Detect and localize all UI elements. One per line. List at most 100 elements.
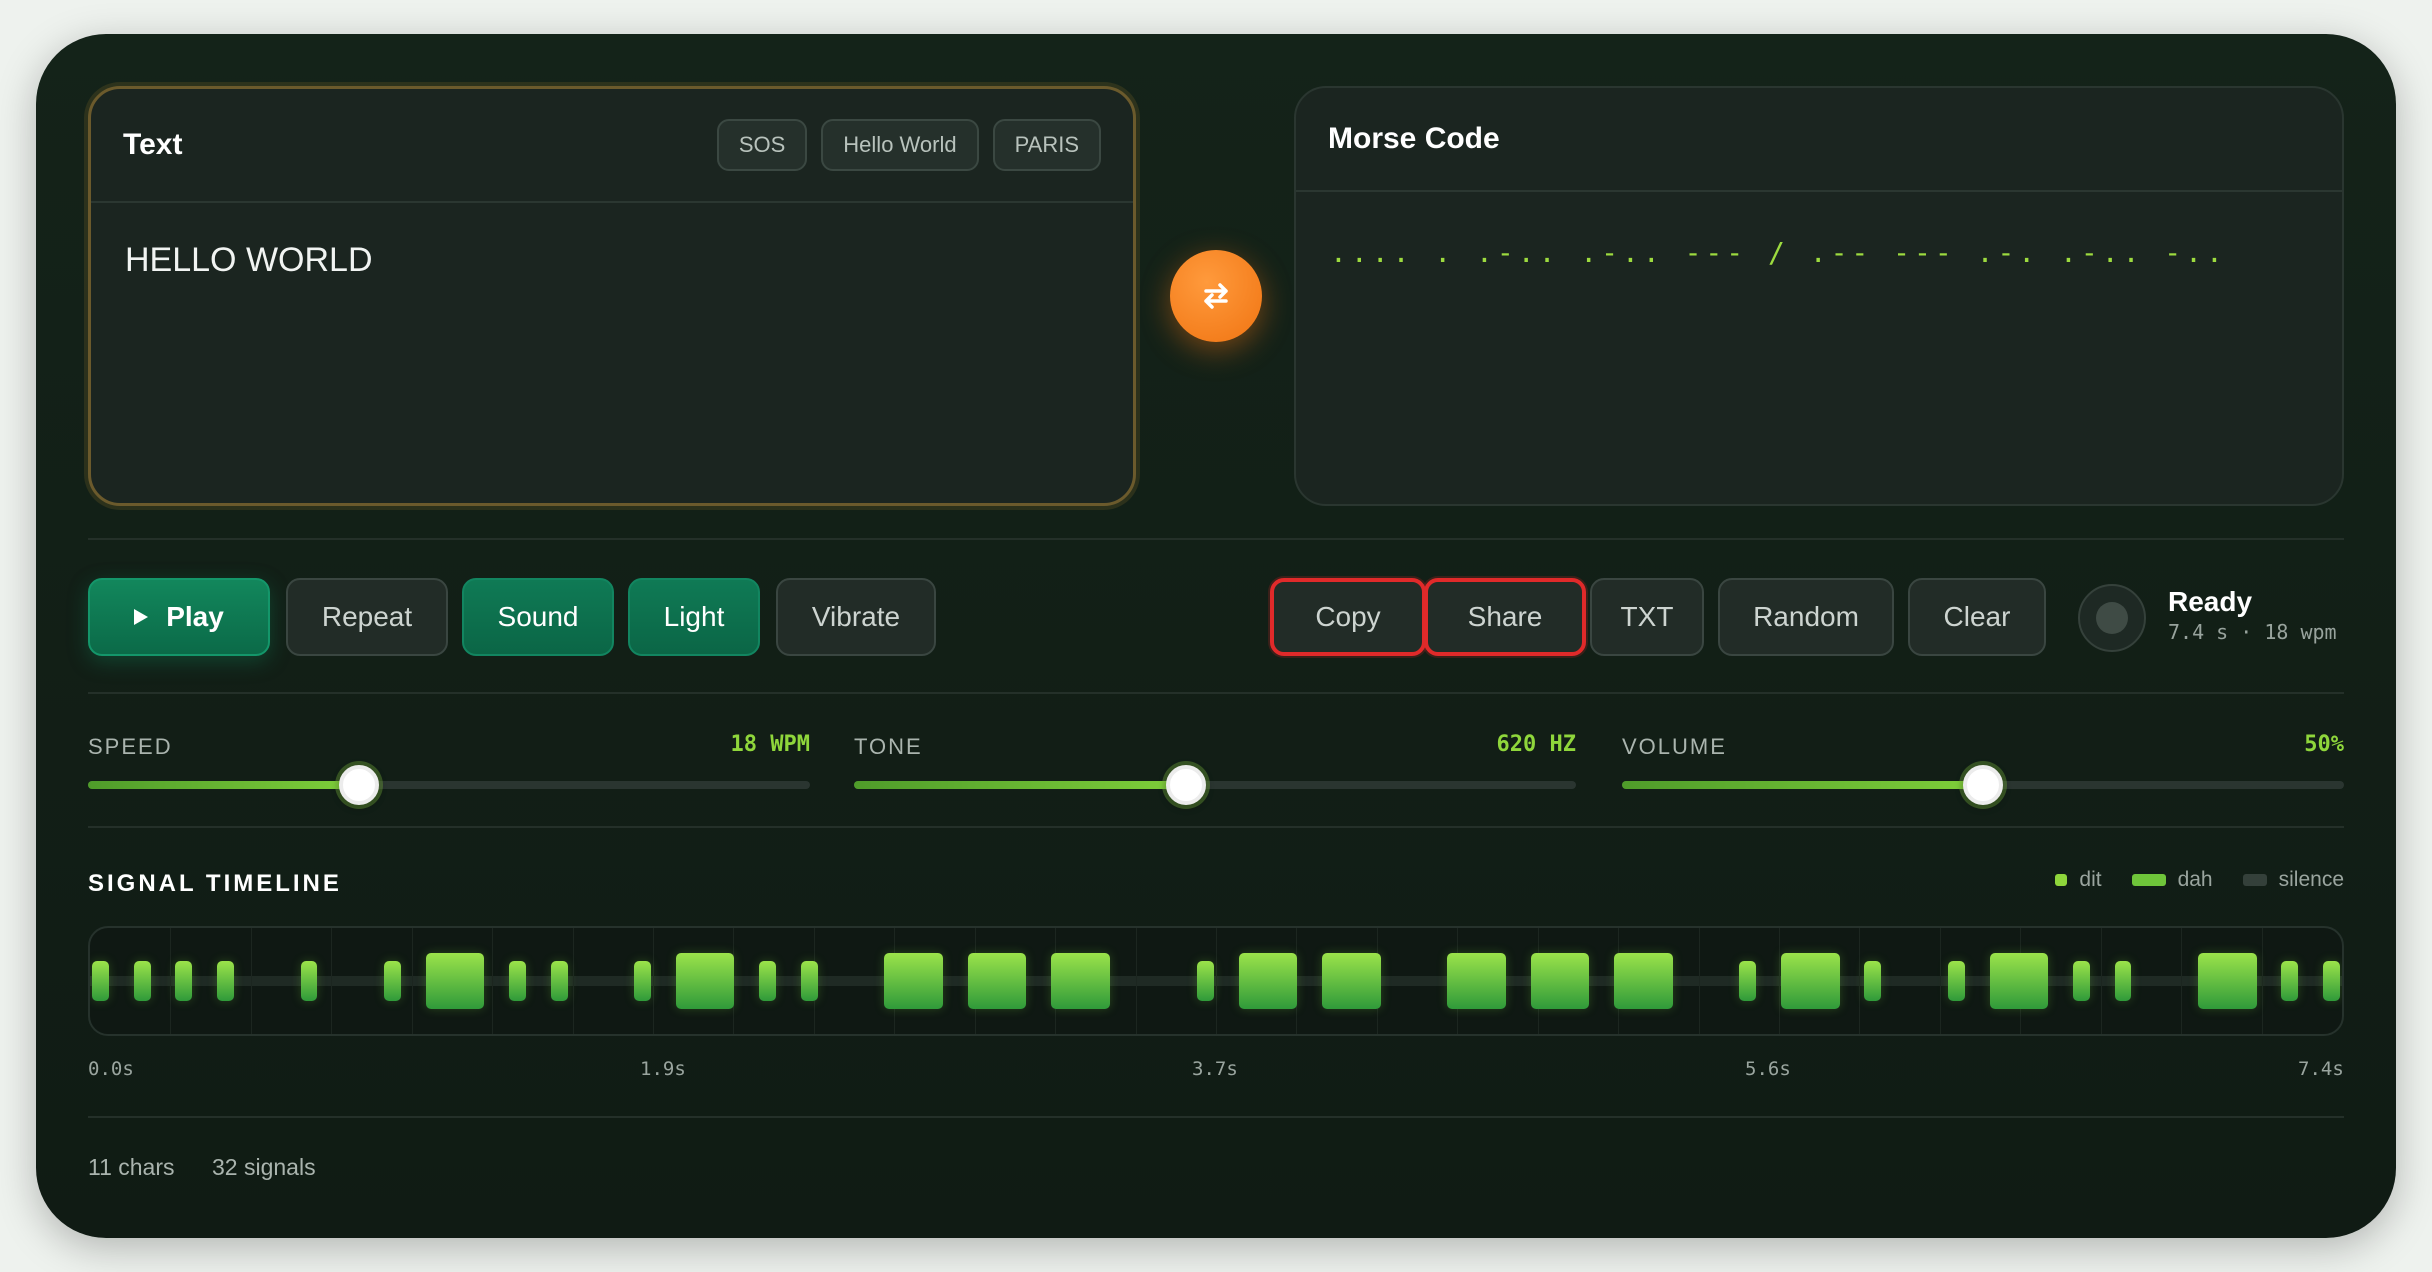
dit-signal (2323, 961, 2340, 1001)
status-title: Ready (2168, 586, 2253, 617)
play-icon (134, 609, 149, 625)
dah-signal (1989, 953, 2049, 1009)
dah-signal (1614, 953, 1673, 1009)
timeline-title: SIGNAL TIMELINE (88, 870, 342, 897)
timeline-legend: dit dah silence (2055, 868, 2344, 892)
repeat-button[interactable]: Repeat (286, 578, 448, 656)
timeline-grid-line (1136, 928, 1137, 1034)
dah-signal (1781, 953, 1840, 1009)
dah-signal (675, 953, 735, 1009)
signal-count: 32 signals (212, 1154, 316, 1180)
volume-slider-thumb[interactable] (1963, 765, 2003, 805)
dit-signal (92, 961, 109, 1001)
dit-signal (300, 961, 318, 1001)
preset-group: SOS Hello World PARIS (716, 119, 1101, 171)
timeline-grid-line (1779, 928, 1780, 1034)
timeline-grid-line (1216, 928, 1217, 1034)
text-input-panel[interactable]: Text SOS Hello World PARIS HELLO WORLD (88, 86, 1136, 506)
morse-output[interactable]: .... . .-.. .-.. --- / .-- --- .-. .-.. … (1296, 192, 2342, 313)
vibrate-toggle[interactable]: Vibrate (776, 578, 936, 656)
dit-signal (133, 961, 151, 1001)
tone-slider-fill (854, 781, 1186, 789)
volume-slider-fill (1622, 781, 1983, 789)
random-button[interactable]: Random (1718, 578, 1894, 656)
sound-toggle[interactable]: Sound (462, 578, 614, 656)
txt-button[interactable]: TXT (1590, 578, 1704, 656)
dit-signal (1864, 961, 1882, 1001)
swap-button[interactable] (1170, 250, 1262, 342)
morse-panel-title: Morse Code (1328, 122, 1500, 155)
preset-sos[interactable]: SOS (716, 119, 808, 171)
dit-signal (509, 961, 526, 1001)
tone-slider[interactable] (854, 765, 1576, 805)
light-toggle[interactable]: Light (628, 578, 760, 656)
dah-signal (1530, 953, 1590, 1009)
dah-signal (2198, 953, 2257, 1009)
legend-dah: dah (2177, 868, 2213, 891)
clear-button[interactable]: Clear (1908, 578, 2046, 656)
status-indicator-icon (2078, 584, 2146, 652)
volume-value: 50% (2304, 732, 2344, 757)
timeline-grid-line (331, 928, 332, 1034)
text-panel-title: Text (123, 128, 183, 161)
dah-signal (1051, 953, 1110, 1009)
speed-slider-thumb[interactable] (339, 765, 379, 805)
dah-signal (1322, 953, 1381, 1009)
dah-signal (1447, 953, 1506, 1009)
timeline-grid-line (653, 928, 654, 1034)
preset-hello-world[interactable]: Hello World (821, 119, 979, 171)
preset-paris[interactable]: PARIS (992, 119, 1101, 171)
timeline-grid-line (170, 928, 171, 1034)
text-input[interactable]: HELLO WORLD (91, 203, 1133, 318)
speed-label: SPEED (88, 734, 173, 759)
morse-output-panel: Morse Code .... . .-.. .-.. --- / .-- --… (1294, 86, 2344, 506)
dah-signal (967, 953, 1027, 1009)
dah-swatch-icon (2131, 874, 2166, 886)
time-tick: 1.9s (640, 1058, 686, 1080)
speed-slider-fill (88, 781, 359, 789)
morse-panel-header: Morse Code (1296, 88, 2342, 192)
dit-signal (2114, 961, 2132, 1001)
tone-value: 620 HZ (1496, 732, 1576, 757)
play-button[interactable]: Play (88, 578, 270, 656)
timeline-grid-line (412, 928, 413, 1034)
dit-signal (550, 961, 568, 1001)
volume-slider[interactable] (1622, 765, 2344, 805)
dah-signal (1238, 953, 1298, 1009)
dit-signal (2072, 961, 2090, 1001)
dit-signal (2281, 961, 2299, 1001)
timeline-grid-line (1940, 928, 1941, 1034)
silence-swatch-icon (2242, 874, 2267, 886)
legend-silence: silence (2278, 868, 2344, 891)
time-tick: 3.7s (1192, 1058, 1238, 1080)
divider (88, 538, 2344, 540)
speed-value: 18 WPM (730, 732, 810, 757)
dit-signal (634, 961, 651, 1001)
time-tick: 5.6s (1745, 1058, 1791, 1080)
dah-signal (425, 953, 485, 1009)
timeline-grid-line (573, 928, 574, 1034)
signal-timeline (88, 926, 2344, 1036)
swap-arrows-icon (1204, 283, 1228, 309)
timeline-grid-line (2101, 928, 2102, 1034)
play-label: Play (166, 601, 224, 632)
tone-label: TONE (854, 734, 923, 759)
divider (88, 826, 2344, 828)
divider (88, 692, 2344, 694)
status-subtitle: 7.4 s · 18 wpm (2168, 620, 2337, 644)
volume-label: VOLUME (1622, 734, 1727, 759)
dit-signal (175, 961, 193, 1001)
copy-button[interactable]: Copy (1270, 578, 1426, 656)
timeline-grid-line (2262, 928, 2263, 1034)
speed-slider[interactable] (88, 765, 810, 805)
timeline-grid-line (251, 928, 252, 1034)
dit-signal (217, 961, 234, 1001)
timeline-grid-line (2181, 928, 2182, 1034)
tone-slider-thumb[interactable] (1166, 765, 1206, 805)
dit-signal (1197, 961, 1214, 1001)
share-button[interactable]: Share (1424, 578, 1586, 656)
char-count: 11 chars (88, 1154, 175, 1180)
time-tick: 7.4s (2298, 1058, 2344, 1080)
dah-signal (884, 953, 943, 1009)
timeline-grid-line (492, 928, 493, 1034)
